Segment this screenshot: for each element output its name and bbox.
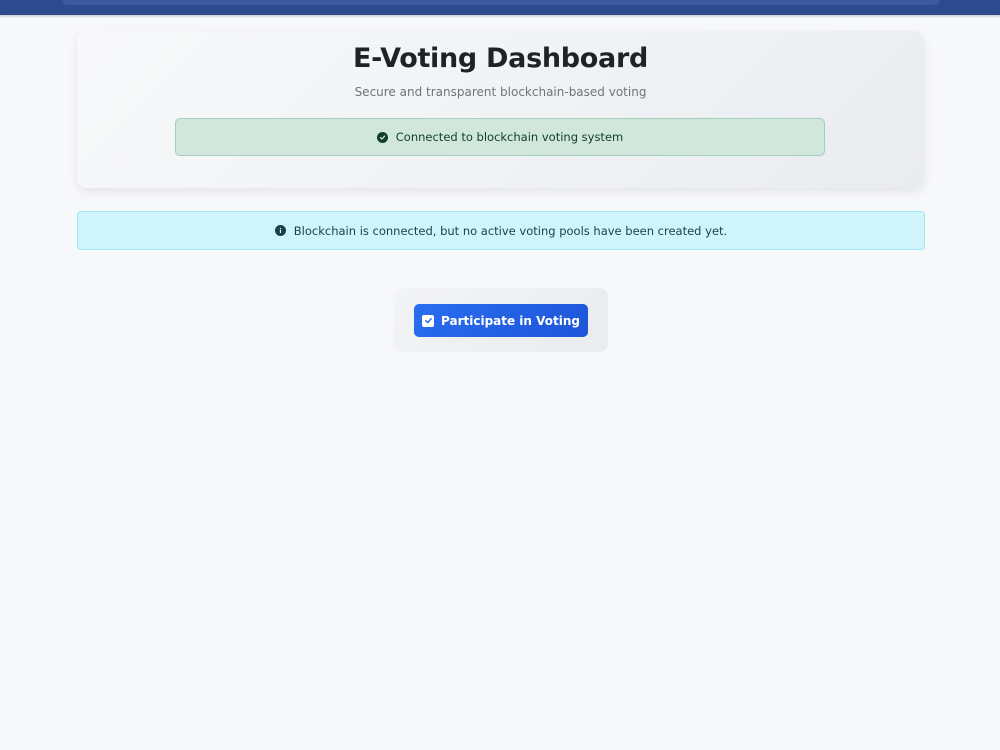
info-alert-text: Blockchain is connected, but no active v…: [293, 223, 728, 238]
info-circle-icon: [274, 225, 286, 236]
page-title: E-Voting Dashboard: [352, 43, 649, 74]
check-circle-icon: [376, 131, 388, 143]
connection-status-text: Connected to blockchain voting system: [395, 130, 624, 144]
check-square-icon: [422, 314, 434, 327]
participate-in-voting-button[interactable]: Participate in Voting: [414, 304, 588, 337]
connection-status-alert: Connected to blockchain voting system: [175, 118, 825, 156]
top-navbar: [0, 0, 1000, 15]
no-pools-info-alert: Blockchain is connected, but no active v…: [77, 211, 925, 250]
participate-button-label: Participate in Voting: [441, 313, 580, 328]
page-subtitle: Secure and transparent blockchain-based …: [354, 85, 647, 99]
navbar-container: [62, 0, 940, 5]
voting-action-panel: Participate in Voting: [393, 288, 608, 352]
dashboard-header-card: E-Voting Dashboard Secure and transparen…: [77, 31, 924, 188]
